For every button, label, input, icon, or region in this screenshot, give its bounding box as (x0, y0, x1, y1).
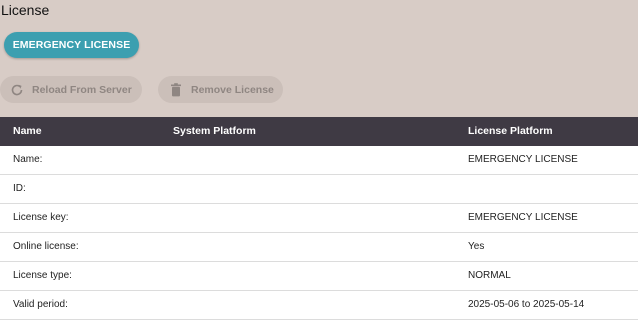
table-row: Name: EMERGENCY LICENSE (0, 146, 638, 175)
row-label: License type: (13, 270, 72, 281)
table-row: Online license: Yes (0, 233, 638, 262)
remove-license-button[interactable]: Remove License (158, 76, 283, 103)
trash-icon (169, 82, 183, 97)
license-table: Name System Platform License Platform Na… (0, 117, 638, 320)
row-label: License key: (13, 212, 69, 223)
header-name: Name (13, 125, 42, 137)
row-license-value: EMERGENCY LICENSE (468, 154, 578, 165)
page-title: License (1, 2, 50, 18)
header-license-platform: License Platform (468, 125, 553, 137)
reload-from-server-label: Reload From Server (32, 83, 132, 96)
row-license-value: NORMAL (468, 270, 511, 281)
remove-license-label: Remove License (191, 83, 274, 96)
header-system-platform: System Platform (173, 125, 256, 137)
table-row: License type: NORMAL (0, 262, 638, 291)
emergency-license-button[interactable]: EMERGENCY LICENSE (4, 32, 139, 58)
table-row: License key: EMERGENCY LICENSE (0, 204, 638, 233)
reload-from-server-button[interactable]: Reload From Server (0, 76, 142, 103)
emergency-license-label: EMERGENCY LICENSE (12, 39, 131, 51)
row-label: Online license: (13, 241, 79, 252)
table-row: Valid period: 2025-05-06 to 2025-05-14 (0, 291, 638, 320)
table-header: Name System Platform License Platform (0, 117, 638, 146)
reload-icon (10, 83, 24, 97)
row-label: ID: (13, 183, 26, 194)
row-license-value: Yes (468, 241, 485, 252)
row-label: Name: (13, 154, 43, 165)
row-license-value: 2025-05-06 to 2025-05-14 (468, 299, 585, 310)
row-label: Valid period: (13, 299, 68, 310)
table-row: ID: (0, 175, 638, 204)
row-license-value: EMERGENCY LICENSE (468, 212, 578, 223)
